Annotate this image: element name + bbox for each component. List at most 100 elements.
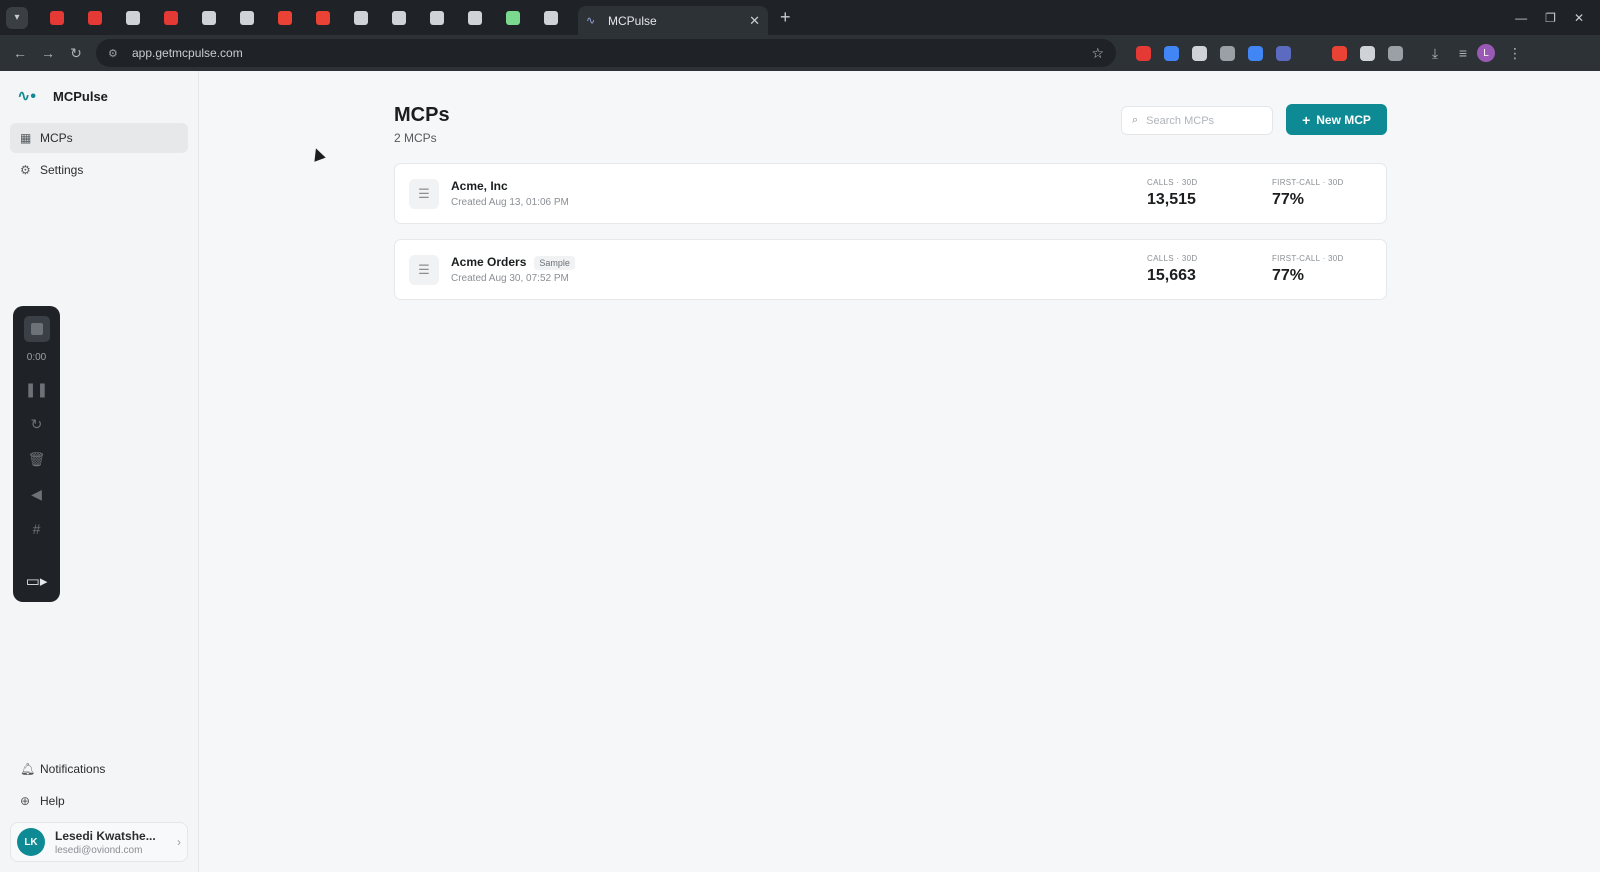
extension-icon[interactable] — [1136, 45, 1151, 61]
favicon-icon — [88, 10, 102, 25]
chevron-down-icon: ▾ — [14, 12, 20, 23]
page-header: MCPs 2 MCPs ⌕ Search MCPs + New MCP — [394, 104, 1387, 148]
extension-icon[interactable] — [1220, 45, 1235, 61]
mcp-card-acme-orders[interactable]: ☰ Acme Orders Sample Created Aug 30, 07:5… — [394, 239, 1387, 300]
first-call-label: FIRST-CALL · 30D — [1272, 178, 1344, 187]
restore-icon[interactable]: ❐ — [1545, 11, 1556, 25]
calls-value: 13,515 — [1147, 191, 1196, 208]
new-tab-button[interactable]: + — [780, 7, 791, 28]
trash-icon[interactable]: 🗑 — [28, 451, 46, 468]
record-timer: 0:00 — [26, 352, 47, 363]
extension-icon[interactable] — [1332, 45, 1347, 61]
first-call-value: 77% — [1272, 267, 1305, 284]
mcp-name: Acme Orders — [451, 255, 527, 269]
screen-recorder-panel: 0:00 ❚❚ ↻ 🗑 ◀ # ▭▸ — [13, 306, 60, 602]
extension-icon[interactable] — [1164, 45, 1179, 61]
mcp-created: Created Aug 13, 01:06 PM — [451, 197, 569, 208]
favicon-icon — [544, 10, 558, 25]
sidebar-item-label: Help — [40, 794, 65, 808]
user-menu[interactable]: LK Lesedi Kwatshe... lesedi@oviond.com › — [10, 822, 188, 862]
sidebar-item-help[interactable]: ⊕ Help — [10, 786, 188, 816]
mcp-info: Acme Orders Sample Created Aug 30, 07:52 … — [451, 255, 575, 284]
first-call-label: FIRST-CALL · 30D — [1272, 254, 1344, 263]
extension-icon[interactable] — [1192, 45, 1207, 61]
reading-list-icon[interactable]: ≡ — [1449, 45, 1477, 61]
active-tab-title: MCPulse — [608, 13, 657, 28]
grid-icon: ▦ — [20, 131, 32, 145]
user-name: Lesedi Kwatshe... — [55, 828, 156, 843]
extension-icon[interactable] — [1360, 45, 1375, 61]
stop-record-button[interactable] — [23, 316, 50, 342]
extension-icon[interactable] — [1304, 45, 1319, 61]
pinned-tab-favicon-icon[interactable] — [494, 4, 532, 32]
mcp-info: Acme, Inc Created Aug 13, 01:06 PM — [451, 179, 569, 208]
pinned-tabs — [38, 4, 570, 32]
extension-icon[interactable] — [1248, 45, 1263, 61]
bookmark-star-icon[interactable]: ☆ — [1091, 45, 1104, 62]
pinned-tab-favicon-icon[interactable] — [190, 4, 228, 32]
site-info-icon[interactable]: ⚙ — [108, 47, 122, 60]
close-tab-icon[interactable]: ✕ — [749, 13, 760, 29]
back-icon[interactable]: ← — [6, 45, 34, 61]
tab-list-button[interactable]: ▾ — [6, 6, 28, 29]
user-meta: Lesedi Kwatshe... lesedi@oviond.com — [55, 829, 177, 856]
pinned-tab-favicon-icon[interactable] — [342, 4, 380, 32]
pinned-tab-favicon-icon[interactable] — [152, 4, 190, 32]
pinned-tab-favicon-icon[interactable] — [456, 4, 494, 32]
calls-label: CALLS · 30D — [1147, 178, 1198, 187]
mcp-card-acme-inc[interactable]: ☰ Acme, Inc Created Aug 13, 01:06 PM CAL… — [394, 163, 1387, 224]
address-bar[interactable]: ⚙ app.getmcpulse.com ☆ — [96, 39, 1116, 67]
profile-avatar[interactable]: L — [1477, 44, 1495, 62]
megaphone-icon[interactable]: ◀ — [31, 486, 42, 503]
mouse-cursor-icon — [310, 146, 326, 162]
grid-overlay-icon[interactable]: # — [33, 521, 41, 537]
extensions-area — [1136, 45, 1403, 61]
pinned-tab-favicon-icon[interactable] — [38, 4, 76, 32]
menu-icon[interactable]: ⋮ — [1501, 45, 1529, 62]
camera-icon[interactable]: ▭▸ — [26, 572, 48, 590]
search-input[interactable]: ⌕ Search MCPs — [1121, 106, 1273, 135]
calls-value: 15,663 — [1147, 267, 1196, 284]
minimize-icon[interactable]: — — [1515, 11, 1527, 25]
globe-icon: ⊕ — [20, 794, 31, 808]
sidebar-bottom: 🔔︎ Notifications ⊕ Help LK Lesedi Kwatsh… — [0, 752, 198, 872]
download-icon[interactable]: ⤓ — [1421, 45, 1449, 62]
brand[interactable]: ∿• MCPulse — [0, 71, 198, 121]
new-mcp-label: New MCP — [1316, 112, 1371, 127]
forward-icon[interactable]: → — [34, 45, 62, 61]
browser-toolbar: ← → ↻ ⚙ app.getmcpulse.com ☆ ⤓ ≡ L ⋮ — [0, 35, 1600, 71]
pinned-tab-favicon-icon[interactable] — [380, 4, 418, 32]
restart-icon[interactable]: ↻ — [31, 416, 43, 433]
reload-icon[interactable]: ↻ — [62, 45, 90, 62]
close-window-icon[interactable]: ✕ — [1574, 11, 1584, 25]
url-text: app.getmcpulse.com — [132, 46, 243, 60]
pinned-tab-favicon-icon[interactable] — [532, 4, 570, 32]
pinned-tab-favicon-icon[interactable] — [114, 4, 152, 32]
sample-badge: Sample — [534, 256, 575, 270]
sidebar-item-mcps[interactable]: ▦ MCPs — [10, 123, 188, 153]
first-call-stat: FIRST-CALL · 30D 77% — [1272, 178, 1344, 209]
sidebar: ∿• MCPulse ▦ MCPs ⚙ Settings 0:00 ❚❚ ↻ 🗑… — [0, 71, 199, 872]
sidebar-item-notifications[interactable]: 🔔︎ Notifications — [10, 754, 188, 784]
pinned-tab-favicon-icon[interactable] — [304, 4, 342, 32]
extension-icon[interactable] — [1276, 45, 1291, 61]
window-controls: — ❐ ✕ — [1515, 11, 1584, 25]
pulse-logo-icon: ∿• — [17, 88, 37, 105]
calls-stat: CALLS · 30D 13,515 — [1147, 178, 1197, 209]
active-tab[interactable]: ∿ MCPulse ✕ — [578, 6, 768, 35]
extension-icon[interactable] — [1388, 45, 1403, 61]
pinned-tab-favicon-icon[interactable] — [228, 4, 266, 32]
favicon-icon — [392, 10, 406, 25]
favicon-icon — [354, 10, 368, 25]
favicon-icon — [50, 10, 64, 25]
new-mcp-button[interactable]: + New MCP — [1286, 104, 1387, 135]
pinned-tab-favicon-icon[interactable] — [76, 4, 114, 32]
favicon-icon — [278, 10, 292, 25]
brand-name: MCPulse — [53, 88, 108, 104]
pause-icon[interactable]: ❚❚ — [25, 381, 48, 398]
mcp-name: Acme, Inc — [451, 179, 508, 193]
sidebar-item-settings[interactable]: ⚙ Settings — [10, 155, 188, 185]
pinned-tab-favicon-icon[interactable] — [266, 4, 304, 32]
bell-icon: 🔔︎ — [20, 762, 36, 776]
pinned-tab-favicon-icon[interactable] — [418, 4, 456, 32]
